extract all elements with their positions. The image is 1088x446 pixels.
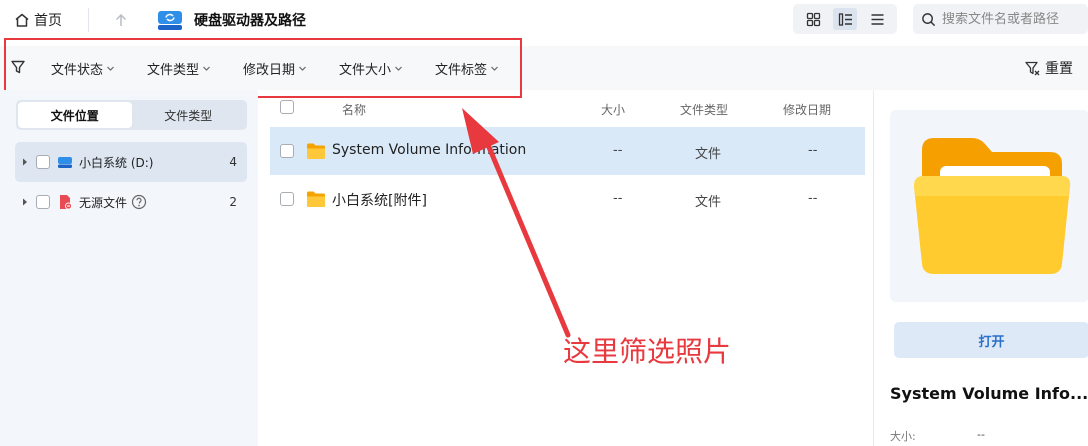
tab-file-type[interactable]: 文件类型 xyxy=(132,102,246,128)
column-name[interactable]: 名称 xyxy=(342,101,366,118)
row-checkbox[interactable] xyxy=(280,144,294,158)
tree-item-count: 2 xyxy=(229,195,237,209)
filter-modified-date[interactable]: 修改日期 xyxy=(243,58,307,78)
view-mode-switcher xyxy=(793,4,897,34)
tab-file-location[interactable]: 文件位置 xyxy=(18,102,132,128)
filter-icon xyxy=(11,60,25,74)
chevron-down-icon xyxy=(299,66,306,71)
file-name: System Volume Information xyxy=(332,142,527,158)
list-icon xyxy=(871,13,883,25)
app-window: 首页 硬盘驱动器及路径 搜索文件名或者路径 文件状态 文件类型 修改日期 文件大… xyxy=(0,0,1088,446)
file-date: -- xyxy=(808,191,818,206)
drive-icon xyxy=(58,157,72,168)
filter-label: 文件类型 xyxy=(147,62,200,78)
table-row[interactable]: 小白系统[附件] -- 文件 -- xyxy=(270,175,865,223)
expand-arrow-icon xyxy=(23,158,27,166)
clear-filter-icon xyxy=(1025,61,1040,76)
folder-icon xyxy=(307,143,325,159)
detail-view-button[interactable] xyxy=(833,8,857,30)
sidebar: 文件位置 文件类型 小白系统 (D:) 4 无源文件 2 xyxy=(0,90,258,446)
page-title: 硬盘驱动器及路径 xyxy=(156,6,306,34)
size-value: -- xyxy=(977,428,985,441)
detail-list-icon xyxy=(838,12,852,26)
home-icon xyxy=(15,13,29,27)
row-checkbox[interactable] xyxy=(280,192,294,206)
list-view-button[interactable] xyxy=(865,8,889,30)
large-folder-icon xyxy=(914,138,1071,274)
tree-item-count: 4 xyxy=(229,155,237,169)
filter-label: 文件状态 xyxy=(51,62,104,78)
arrow-up-icon xyxy=(115,13,127,26)
list-header: 名称 大小 文件类型 修改日期 xyxy=(270,94,865,122)
divider xyxy=(88,8,89,32)
file-name: 小白系统[附件] xyxy=(332,193,427,209)
open-button[interactable]: 打开 xyxy=(894,322,1088,358)
table-row[interactable]: System Volume Information -- 文件 -- xyxy=(270,127,865,175)
folder-icon xyxy=(307,191,325,207)
tree-item-label: 小白系统 (D:) xyxy=(79,155,154,170)
chevron-down-icon xyxy=(107,66,114,71)
search-box xyxy=(913,4,1088,34)
search-icon xyxy=(922,12,936,26)
grid-icon xyxy=(806,12,820,26)
help-icon[interactable] xyxy=(131,194,147,210)
filter-label: 文件标签 xyxy=(435,62,488,78)
sidebar-tabs: 文件位置 文件类型 xyxy=(16,100,247,130)
drive-sync-icon xyxy=(158,11,182,30)
filter-bar: 文件状态 文件类型 修改日期 文件大小 文件标签 重置 xyxy=(0,46,1088,90)
column-type[interactable]: 文件类型 xyxy=(680,101,728,118)
filter-file-size[interactable]: 文件大小 xyxy=(339,58,403,78)
file-size: -- xyxy=(613,143,623,158)
chevron-down-icon xyxy=(395,66,402,71)
home-button[interactable]: 首页 xyxy=(8,6,68,34)
filter-label: 修改日期 xyxy=(243,62,296,78)
annotation-text: 这里筛选照片 xyxy=(563,335,732,368)
file-size: -- xyxy=(613,191,623,206)
page-title-text: 硬盘驱动器及路径 xyxy=(194,13,306,29)
file-type: 文件 xyxy=(695,147,722,162)
preview-file-name: System Volume Info... xyxy=(890,384,1088,403)
orphan-file-icon xyxy=(60,195,72,210)
filter-file-tag[interactable]: 文件标签 xyxy=(435,58,499,78)
reset-filters-button[interactable]: 重置 xyxy=(1024,58,1073,78)
preview-panel: 打开 System Volume Info... 大小: -- xyxy=(873,90,1088,446)
chevron-down-icon xyxy=(203,66,210,71)
column-date[interactable]: 修改日期 xyxy=(783,101,831,118)
home-label: 首页 xyxy=(34,13,62,29)
search-input[interactable] xyxy=(942,11,1082,27)
filter-file-status[interactable]: 文件状态 xyxy=(51,58,115,78)
grid-view-button[interactable] xyxy=(801,8,825,30)
filter-file-type[interactable]: 文件类型 xyxy=(147,58,211,78)
tree-item-checkbox[interactable] xyxy=(36,195,50,209)
reset-label: 重置 xyxy=(1045,61,1073,77)
select-all-checkbox[interactable] xyxy=(280,100,294,114)
chevron-down-icon xyxy=(491,66,498,71)
tree-item-drive-d[interactable]: 小白系统 (D:) 4 xyxy=(15,142,247,182)
tree-item-orphan-files[interactable]: 无源文件 2 xyxy=(15,182,247,222)
tree-item-label: 无源文件 xyxy=(79,195,128,210)
top-bar: 首页 硬盘驱动器及路径 xyxy=(0,0,1088,40)
file-date: -- xyxy=(808,143,818,158)
preview-thumbnail xyxy=(890,110,1088,302)
file-type: 文件 xyxy=(695,195,722,210)
tree-item-checkbox[interactable] xyxy=(36,155,50,169)
filter-label: 文件大小 xyxy=(339,62,392,78)
column-size[interactable]: 大小 xyxy=(601,101,625,118)
expand-arrow-icon xyxy=(23,198,27,206)
size-label: 大小: xyxy=(890,430,916,443)
go-up-button[interactable] xyxy=(106,6,136,34)
